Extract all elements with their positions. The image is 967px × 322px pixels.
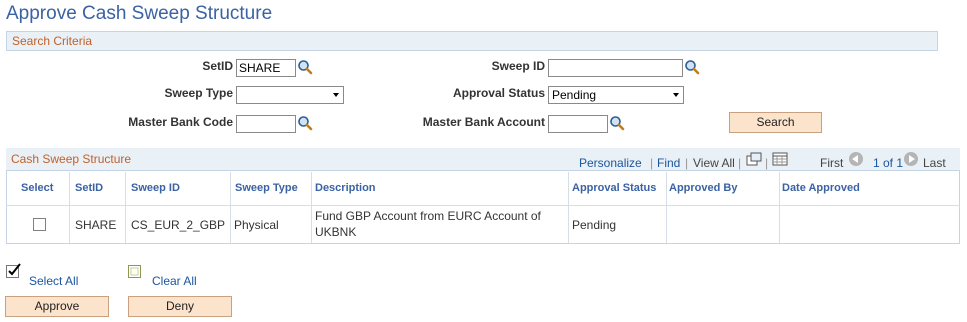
page-range: 1 of 1 <box>873 156 904 170</box>
deny-button[interactable]: Deny <box>128 296 232 317</box>
last-label: Last <box>923 156 946 170</box>
col-approval-status[interactable]: Approval Status <box>572 182 656 194</box>
approve-button[interactable]: Approve <box>5 296 109 317</box>
view-all-link[interactable]: View All <box>693 156 735 170</box>
personalize-link[interactable]: Personalize <box>579 156 642 170</box>
approval-status-label: Approval Status <box>452 86 545 100</box>
row-setid: SHARE <box>75 218 117 232</box>
clear-all-link[interactable]: Clear All <box>152 274 197 288</box>
col-description[interactable]: Description <box>315 182 376 194</box>
row-approval-status: Pending <box>572 218 617 232</box>
sweep-id-input[interactable] <box>548 59 683 77</box>
find-link[interactable]: Find <box>657 156 680 170</box>
search-button[interactable]: Search <box>729 112 822 133</box>
grid-header-bar <box>6 148 960 171</box>
select-all-link[interactable]: Select All <box>29 274 78 288</box>
sweep-type-select[interactable] <box>236 86 344 104</box>
sweep-id-label: Sweep ID <box>491 59 545 73</box>
sweep-id-lookup-icon[interactable] <box>684 59 700 75</box>
next-icon[interactable] <box>904 152 918 166</box>
col-sweep-type[interactable]: Sweep Type <box>235 182 298 194</box>
previous-icon[interactable] <box>849 152 863 166</box>
chevron-down-icon <box>673 93 679 97</box>
separator: | <box>738 156 742 170</box>
download-grid-icon[interactable] <box>772 152 788 166</box>
approval-status-value: Pending <box>552 88 597 102</box>
setid-label: SetID <box>202 59 233 73</box>
clear-all-checkbox-icon[interactable] <box>128 263 143 278</box>
row-sweep-id-link[interactable]: CS_EUR_2_GBP <box>131 218 225 232</box>
col-approved-by[interactable]: Approved By <box>669 182 737 194</box>
master-bank-account-lookup-icon[interactable] <box>609 115 625 131</box>
sweep-type-label: Sweep Type <box>164 86 233 100</box>
search-criteria-title: Search Criteria <box>12 34 93 48</box>
select-all-checkbox-icon[interactable] <box>6 263 21 278</box>
page-title: Approve Cash Sweep Structure <box>6 3 273 24</box>
master-bank-code-lookup-icon[interactable] <box>297 115 313 131</box>
row-sweep-type: Physical <box>234 218 279 232</box>
approval-status-select[interactable]: Pending <box>548 86 684 104</box>
new-window-icon[interactable] <box>746 152 762 166</box>
separator: | <box>765 156 769 170</box>
search-criteria-header: Search Criteria <box>6 31 938 51</box>
col-sweep-id[interactable]: Sweep ID <box>131 182 180 194</box>
chevron-down-icon <box>333 93 339 97</box>
separator: | <box>650 156 654 170</box>
row-description-line2: UKBNK <box>315 225 357 239</box>
master-bank-account-input[interactable] <box>548 115 608 133</box>
col-setid: SetID <box>75 182 104 194</box>
row-select-checkbox[interactable] <box>33 218 46 231</box>
first-label: First <box>820 156 844 170</box>
master-bank-code-label: Master Bank Code <box>128 115 233 129</box>
separator: | <box>685 156 689 170</box>
grid-title: Cash Sweep Structure <box>11 152 132 166</box>
col-select: Select <box>21 182 54 194</box>
setid-input[interactable]: SHARE <box>236 59 296 77</box>
col-date-approved[interactable]: Date Approved <box>782 182 860 194</box>
master-bank-account-label: Master Bank Account <box>422 115 545 129</box>
setid-lookup-icon[interactable] <box>297 59 313 75</box>
master-bank-code-input[interactable] <box>236 115 296 133</box>
row-description-line1: Fund GBP Account from EURC Account of <box>315 209 541 223</box>
